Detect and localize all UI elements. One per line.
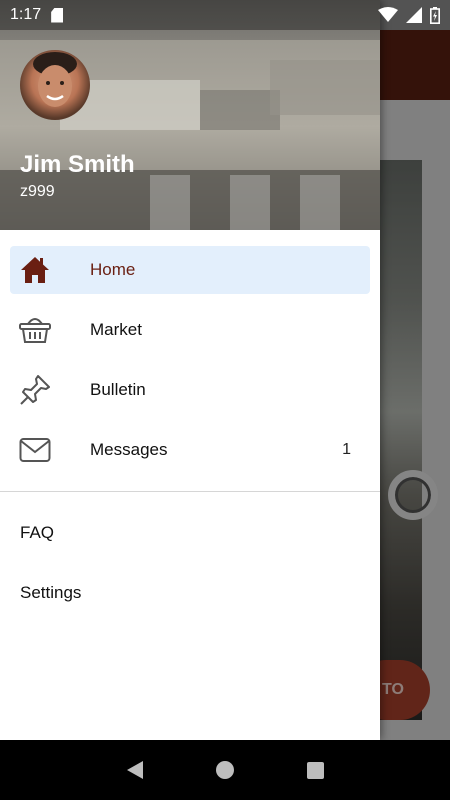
header-photo-shape [230, 175, 270, 230]
pushpin-icon [18, 373, 52, 407]
system-navigation-bar [0, 740, 450, 800]
drawer-nav-list: Home Market Bulletin Messages 1 [0, 240, 380, 480]
home-icon [18, 253, 52, 287]
header-photo-shape [150, 175, 190, 230]
drawer-secondary-list: FAQ Settings [0, 503, 380, 623]
basket-icon [18, 313, 52, 347]
wifi-icon [378, 7, 398, 22]
nav-item-messages[interactable]: Messages 1 [0, 420, 380, 480]
recent-apps-icon[interactable] [306, 761, 324, 779]
nav-item-bulletin[interactable]: Bulletin [0, 360, 380, 420]
signal-icon [406, 7, 422, 23]
nav-item-faq[interactable]: FAQ [0, 503, 380, 563]
nav-label-messages: Messages [90, 440, 168, 459]
drawer-divider [0, 491, 380, 492]
envelope-icon [18, 433, 52, 467]
messages-count-badge: 1 [342, 441, 351, 458]
nav-item-market[interactable]: Market [0, 300, 380, 360]
nav-label-bulletin: Bulletin [90, 380, 146, 399]
header-photo-shape [270, 60, 380, 115]
nav-item-settings[interactable]: Settings [0, 563, 380, 623]
user-id: z999 [20, 183, 55, 200]
nav-item-home[interactable]: Home [0, 240, 380, 300]
header-photo-shape [300, 175, 340, 230]
avatar[interactable] [20, 50, 90, 120]
user-name: Jim Smith [20, 151, 135, 178]
status-bar: 1:17 [0, 0, 450, 30]
battery-icon [430, 6, 440, 24]
status-time: 1:17 [10, 6, 42, 23]
navigation-drawer: Jim Smith z999 Home Market Bulletin Mess… [0, 0, 380, 740]
active-highlight [10, 246, 370, 294]
home-button-icon[interactable] [215, 761, 234, 779]
sd-card-icon [51, 7, 64, 23]
back-icon[interactable] [126, 761, 143, 779]
drawer-header: Jim Smith z999 [0, 0, 380, 230]
header-photo-shape [200, 90, 280, 130]
nav-label-market: Market [90, 320, 142, 339]
nav-label-home: Home [90, 260, 136, 279]
